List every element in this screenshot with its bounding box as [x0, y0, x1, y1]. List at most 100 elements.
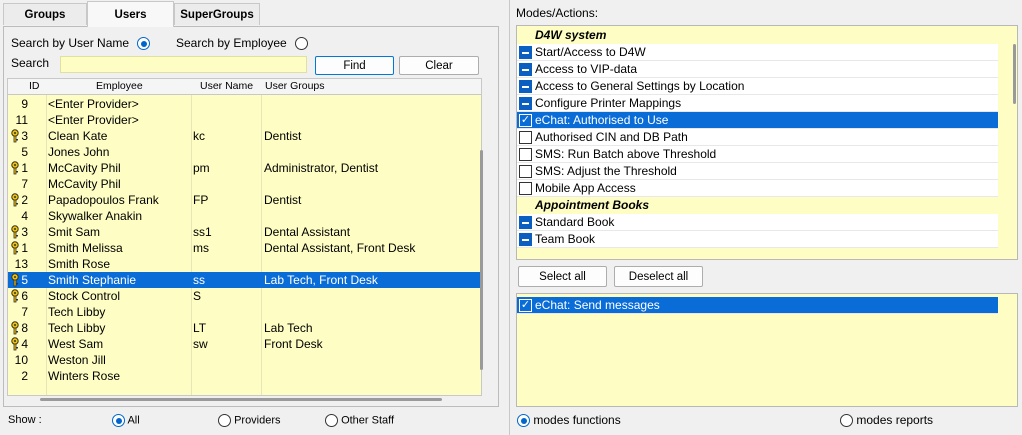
panel-divider[interactable] — [509, 0, 510, 435]
find-button[interactable]: Find — [315, 56, 394, 75]
mode-item[interactable]: Team Book — [517, 231, 998, 248]
cell-usergroups: Lab Tech — [264, 321, 313, 335]
cell-id: 1 — [21, 241, 28, 255]
table-row[interactable]: 1 McCavity Phil pm Administrator, Dentist — [8, 160, 480, 176]
clear-button[interactable]: Clear — [399, 56, 479, 75]
modes-title: Modes/Actions: — [516, 6, 599, 20]
table-row[interactable]: 9 <Enter Provider> — [8, 96, 480, 112]
checkbox-icon[interactable]: ✓ — [519, 114, 532, 127]
mode-label: SMS: Adjust the Threshold — [535, 164, 677, 178]
table-row[interactable]: 11 <Enter Provider> — [8, 112, 480, 128]
mode-item[interactable]: ✓ eChat: Authorised to Use — [517, 112, 998, 129]
modes-reports-label: modes reports — [856, 413, 934, 427]
mode-label: Standard Book — [535, 215, 615, 229]
col-header-id[interactable]: ID — [29, 80, 40, 92]
search-input[interactable] — [60, 56, 307, 73]
sub-actions-list[interactable]: ✓ eChat: Send messages — [516, 293, 1018, 407]
mode-item[interactable]: Authorised CIN and DB Path — [517, 129, 998, 146]
cell-employee: Tech Libby — [48, 305, 106, 319]
mode-category: D4W system — [517, 27, 1011, 44]
table-row[interactable]: 4 Skywalker Anakin — [8, 208, 480, 224]
deselect-all-button[interactable]: Deselect all — [614, 266, 703, 287]
modes-list[interactable]: D4W system Start/Access to D4W Access to V… — [516, 25, 1018, 260]
cell-employee: West Sam — [48, 337, 104, 351]
cell-id: 5 — [21, 273, 28, 287]
checkbox-icon[interactable] — [519, 165, 532, 178]
show-other-staff-option[interactable]: Other Staff — [325, 414, 394, 427]
mode-item[interactable]: Configure Printer Mappings — [517, 95, 998, 112]
table-row[interactable]: 1 Smith Melissa ms Dental Assistant, Front … — [8, 240, 480, 256]
checkbox-icon[interactable] — [519, 148, 532, 161]
search-by-username-option[interactable]: Search by User Name — [11, 36, 151, 51]
show-all-radio[interactable] — [112, 414, 125, 427]
mode-label: Mobile App Access — [535, 181, 636, 195]
mode-item[interactable]: Access to General Settings by Location — [517, 78, 998, 95]
cell-id: 6 — [21, 289, 28, 303]
cell-usergroups: Dentist — [264, 193, 302, 207]
cell-employee: McCavity Phil — [48, 177, 121, 191]
table-row[interactable]: 6 Stock Control S — [8, 288, 480, 304]
show-other-staff-radio[interactable] — [325, 414, 338, 427]
mode-item[interactable]: Standard Book — [517, 214, 998, 231]
modes-functions-option[interactable]: modes functions — [517, 413, 621, 428]
tab-groups[interactable]: Groups — [3, 3, 87, 25]
table-row[interactable]: 4 West Sam sw Front Desk — [8, 336, 480, 352]
table-row[interactable]: 13 Smith Rose — [8, 256, 480, 272]
mode-item[interactable]: Mobile App Access — [517, 180, 998, 197]
mode-label: Team Book — [535, 232, 596, 246]
grid-horizontal-scrollbar[interactable] — [40, 398, 442, 401]
table-row[interactable]: 5 Smith Stephanie ss Lab Tech, Front Desk — [8, 272, 480, 288]
tab-users[interactable]: Users — [87, 1, 174, 27]
checkbox-icon[interactable] — [519, 182, 532, 195]
mode-label: Start/Access to D4W — [535, 45, 646, 59]
table-row[interactable]: 5 Jones John — [8, 144, 480, 160]
modes-reports-option[interactable]: modes reports — [840, 413, 934, 428]
mode-label: Access to General Settings by Location — [535, 79, 745, 93]
cell-id: 1 — [21, 161, 28, 175]
checkbox-icon[interactable] — [519, 131, 532, 144]
modes-functions-radio[interactable] — [517, 414, 530, 428]
mode-item[interactable]: SMS: Run Batch above Threshold — [517, 146, 998, 163]
tab-supergroups[interactable]: SuperGroups — [174, 3, 260, 25]
search-by-username-radio[interactable] — [137, 37, 151, 51]
table-row[interactable]: 7 Tech Libby — [8, 304, 480, 320]
show-providers-radio[interactable] — [218, 414, 231, 427]
cell-username: pm — [193, 161, 210, 175]
table-row[interactable]: 2 Winters Rose — [8, 368, 480, 384]
modes-reports-radio[interactable] — [840, 414, 853, 428]
checkbox-icon[interactable] — [519, 216, 532, 229]
checkbox-icon[interactable] — [519, 63, 532, 76]
show-all-option[interactable]: All — [112, 414, 140, 427]
modes-functions-label: modes functions — [533, 413, 621, 427]
table-row[interactable]: 7 McCavity Phil — [8, 176, 480, 192]
mode-label: Authorised CIN and DB Path — [535, 130, 688, 144]
grid-vertical-scrollbar[interactable] — [480, 150, 483, 370]
mode-item[interactable]: Access to VIP-data — [517, 61, 998, 78]
checkbox-icon[interactable] — [519, 233, 532, 246]
search-by-employee-option[interactable]: Search by Employee — [176, 36, 309, 51]
table-row[interactable]: 10 Weston Jill — [8, 352, 480, 368]
cell-id: 2 — [21, 193, 28, 207]
table-row[interactable]: 3 Clean Kate kc Dentist — [8, 128, 480, 144]
show-providers-option[interactable]: Providers — [218, 414, 281, 427]
checkbox-icon[interactable]: ✓ — [519, 299, 532, 312]
category-label: Appointment Books — [535, 198, 649, 212]
checkbox-icon[interactable] — [519, 80, 532, 93]
modes-scrollbar[interactable] — [1013, 44, 1016, 104]
mode-item[interactable]: SMS: Adjust the Threshold — [517, 163, 998, 180]
cell-employee: Smith Rose — [48, 257, 111, 271]
cell-id: 5 — [21, 145, 28, 159]
cell-employee: Weston Jill — [48, 353, 106, 367]
sub-action-row[interactable]: ✓ eChat: Send messages — [517, 297, 998, 314]
col-header-usergroups[interactable]: User Groups — [265, 80, 325, 92]
table-row[interactable]: 8 Tech Libby LT Lab Tech — [8, 320, 480, 336]
checkbox-icon[interactable] — [519, 46, 532, 59]
col-header-username[interactable]: User Name — [200, 80, 253, 92]
table-row[interactable]: 2 Papadopoulos Frank FP Dentist — [8, 192, 480, 208]
table-row[interactable]: 3 Smit Sam ss1 Dental Assistant — [8, 224, 480, 240]
select-all-button[interactable]: Select all — [518, 266, 607, 287]
checkbox-icon[interactable] — [519, 97, 532, 110]
mode-item[interactable]: Start/Access to D4W — [517, 44, 998, 61]
search-by-employee-radio[interactable] — [295, 37, 309, 51]
col-header-employee[interactable]: Employee — [96, 80, 143, 92]
